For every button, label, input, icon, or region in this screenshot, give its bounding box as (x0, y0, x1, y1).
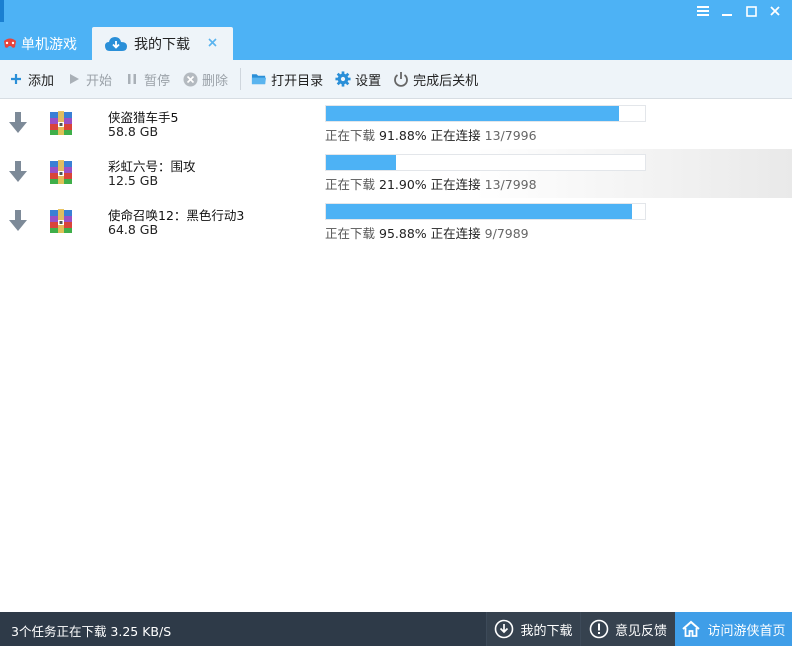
gamepad-icon (4, 38, 16, 48)
window-controls (694, 2, 784, 20)
delete-icon (182, 71, 198, 87)
minimize-icon[interactable] (718, 2, 736, 20)
tab-my-downloads[interactable]: 我的下载 (92, 27, 233, 60)
status-text: 正在下载 (325, 128, 376, 143)
pause-icon (124, 71, 140, 87)
close-tab-icon[interactable] (205, 35, 219, 49)
pause-label: 暂停 (144, 73, 171, 89)
toolbar: 添加 开始 暂停 删除 打开目录 设置 完成后关机 (0, 60, 792, 99)
connection-status: 正在连接 (430, 226, 481, 241)
settings-button[interactable]: 设置 (333, 67, 387, 91)
download-status: 正在下载 95.88% 正在连接 9/7989 (325, 223, 529, 242)
add-label: 添加 (28, 73, 55, 89)
file-size: 64.8 GB (108, 222, 159, 237)
status-text: 正在下载 (325, 226, 376, 241)
title-bar: 单机游戏 我的下载 (0, 0, 792, 60)
delete-button[interactable]: 删除 (180, 67, 234, 91)
feedback-button[interactable]: 意见反馈 (580, 612, 675, 646)
file-size: 12.5 GB (108, 173, 159, 188)
piece-count: 13/7998 (484, 177, 537, 192)
title-strip (0, 0, 4, 22)
piece-count: 13/7996 (484, 128, 537, 143)
cloud-download-icon (105, 36, 127, 51)
status-bar: 3个任务正在下载 3.25 KB/S 我的下载 意见反馈 访问游侠首页 (0, 612, 792, 646)
toolbar-divider (240, 68, 242, 90)
folder-icon (251, 71, 267, 87)
menu-icon[interactable] (694, 2, 712, 20)
download-row[interactable]: 使命召唤12：黑色行动3 64.8 GB 正在下载 95.88% 正在连接 9/79… (0, 198, 792, 247)
file-size: 58.8 GB (108, 124, 159, 139)
progress-percent: 91.88% (379, 128, 427, 143)
pause-button[interactable]: 暂停 (122, 67, 176, 91)
tab-downloads-label: 我的下载 (134, 36, 190, 53)
open-directory-label: 打开目录 (271, 73, 324, 89)
progress-percent: 21.90% (379, 177, 427, 192)
visit-home-button[interactable]: 访问游侠首页 (675, 612, 792, 646)
play-icon (66, 71, 82, 87)
archive-file-icon (48, 110, 74, 136)
delete-label: 删除 (202, 73, 229, 89)
connection-status: 正在连接 (430, 128, 481, 143)
download-list: 侠盗猎车手5 58.8 GB 正在下载 91.88% 正在连接 13/7996 彩虹六… (0, 100, 792, 247)
maximize-icon[interactable] (742, 2, 760, 20)
start-button[interactable]: 开始 (64, 67, 118, 91)
download-status: 正在下载 21.90% 正在连接 13/7998 (325, 174, 537, 193)
close-window-icon[interactable] (766, 2, 784, 20)
my-downloads-label: 我的下载 (520, 623, 573, 639)
download-arrow-icon (9, 210, 27, 232)
feedback-label: 意见反馈 (614, 623, 667, 639)
shutdown-after-complete-button[interactable]: 完成后关机 (391, 67, 484, 91)
progress-percent: 95.88% (379, 226, 427, 241)
tab-single-player-games[interactable]: 单机游戏 (0, 27, 92, 60)
archive-file-icon (48, 159, 74, 185)
exclamation-circle-icon (589, 619, 609, 639)
download-circle-icon (495, 619, 514, 639)
progress-bar (325, 105, 646, 122)
piece-count: 9/7989 (484, 226, 529, 241)
download-status: 正在下载 91.88% 正在连接 13/7996 (325, 125, 537, 144)
download-status-text: 3个任务正在下载 3.25 KB/S (11, 624, 172, 639)
progress-fill (326, 155, 396, 170)
home-icon (682, 620, 701, 637)
progress-fill (326, 106, 620, 121)
progress-bar (325, 203, 646, 220)
settings-label: 设置 (355, 73, 382, 89)
power-icon (393, 71, 409, 87)
progress-fill (326, 204, 632, 219)
gear-icon (335, 71, 351, 87)
open-directory-button[interactable]: 打开目录 (249, 67, 329, 91)
start-label: 开始 (86, 73, 113, 89)
tab-games-label: 单机游戏 (21, 36, 77, 53)
download-arrow-icon (9, 161, 27, 183)
status-text: 正在下载 (325, 177, 376, 192)
archive-file-icon (48, 208, 74, 234)
add-button[interactable]: 添加 (6, 67, 60, 91)
visit-home-label: 访问游侠首页 (707, 623, 786, 639)
download-row[interactable]: 彩虹六号：围攻 12.5 GB 正在下载 21.90% 正在连接 13/7998 (0, 149, 792, 198)
download-row[interactable]: 侠盗猎车手5 58.8 GB 正在下载 91.88% 正在连接 13/7996 (0, 100, 792, 149)
connection-status: 正在连接 (430, 177, 481, 192)
progress-bar (325, 154, 646, 171)
download-arrow-icon (9, 112, 27, 134)
my-downloads-button[interactable]: 我的下载 (486, 612, 580, 646)
plus-icon (8, 71, 24, 87)
shutdown-after-complete-label: 完成后关机 (413, 73, 479, 89)
